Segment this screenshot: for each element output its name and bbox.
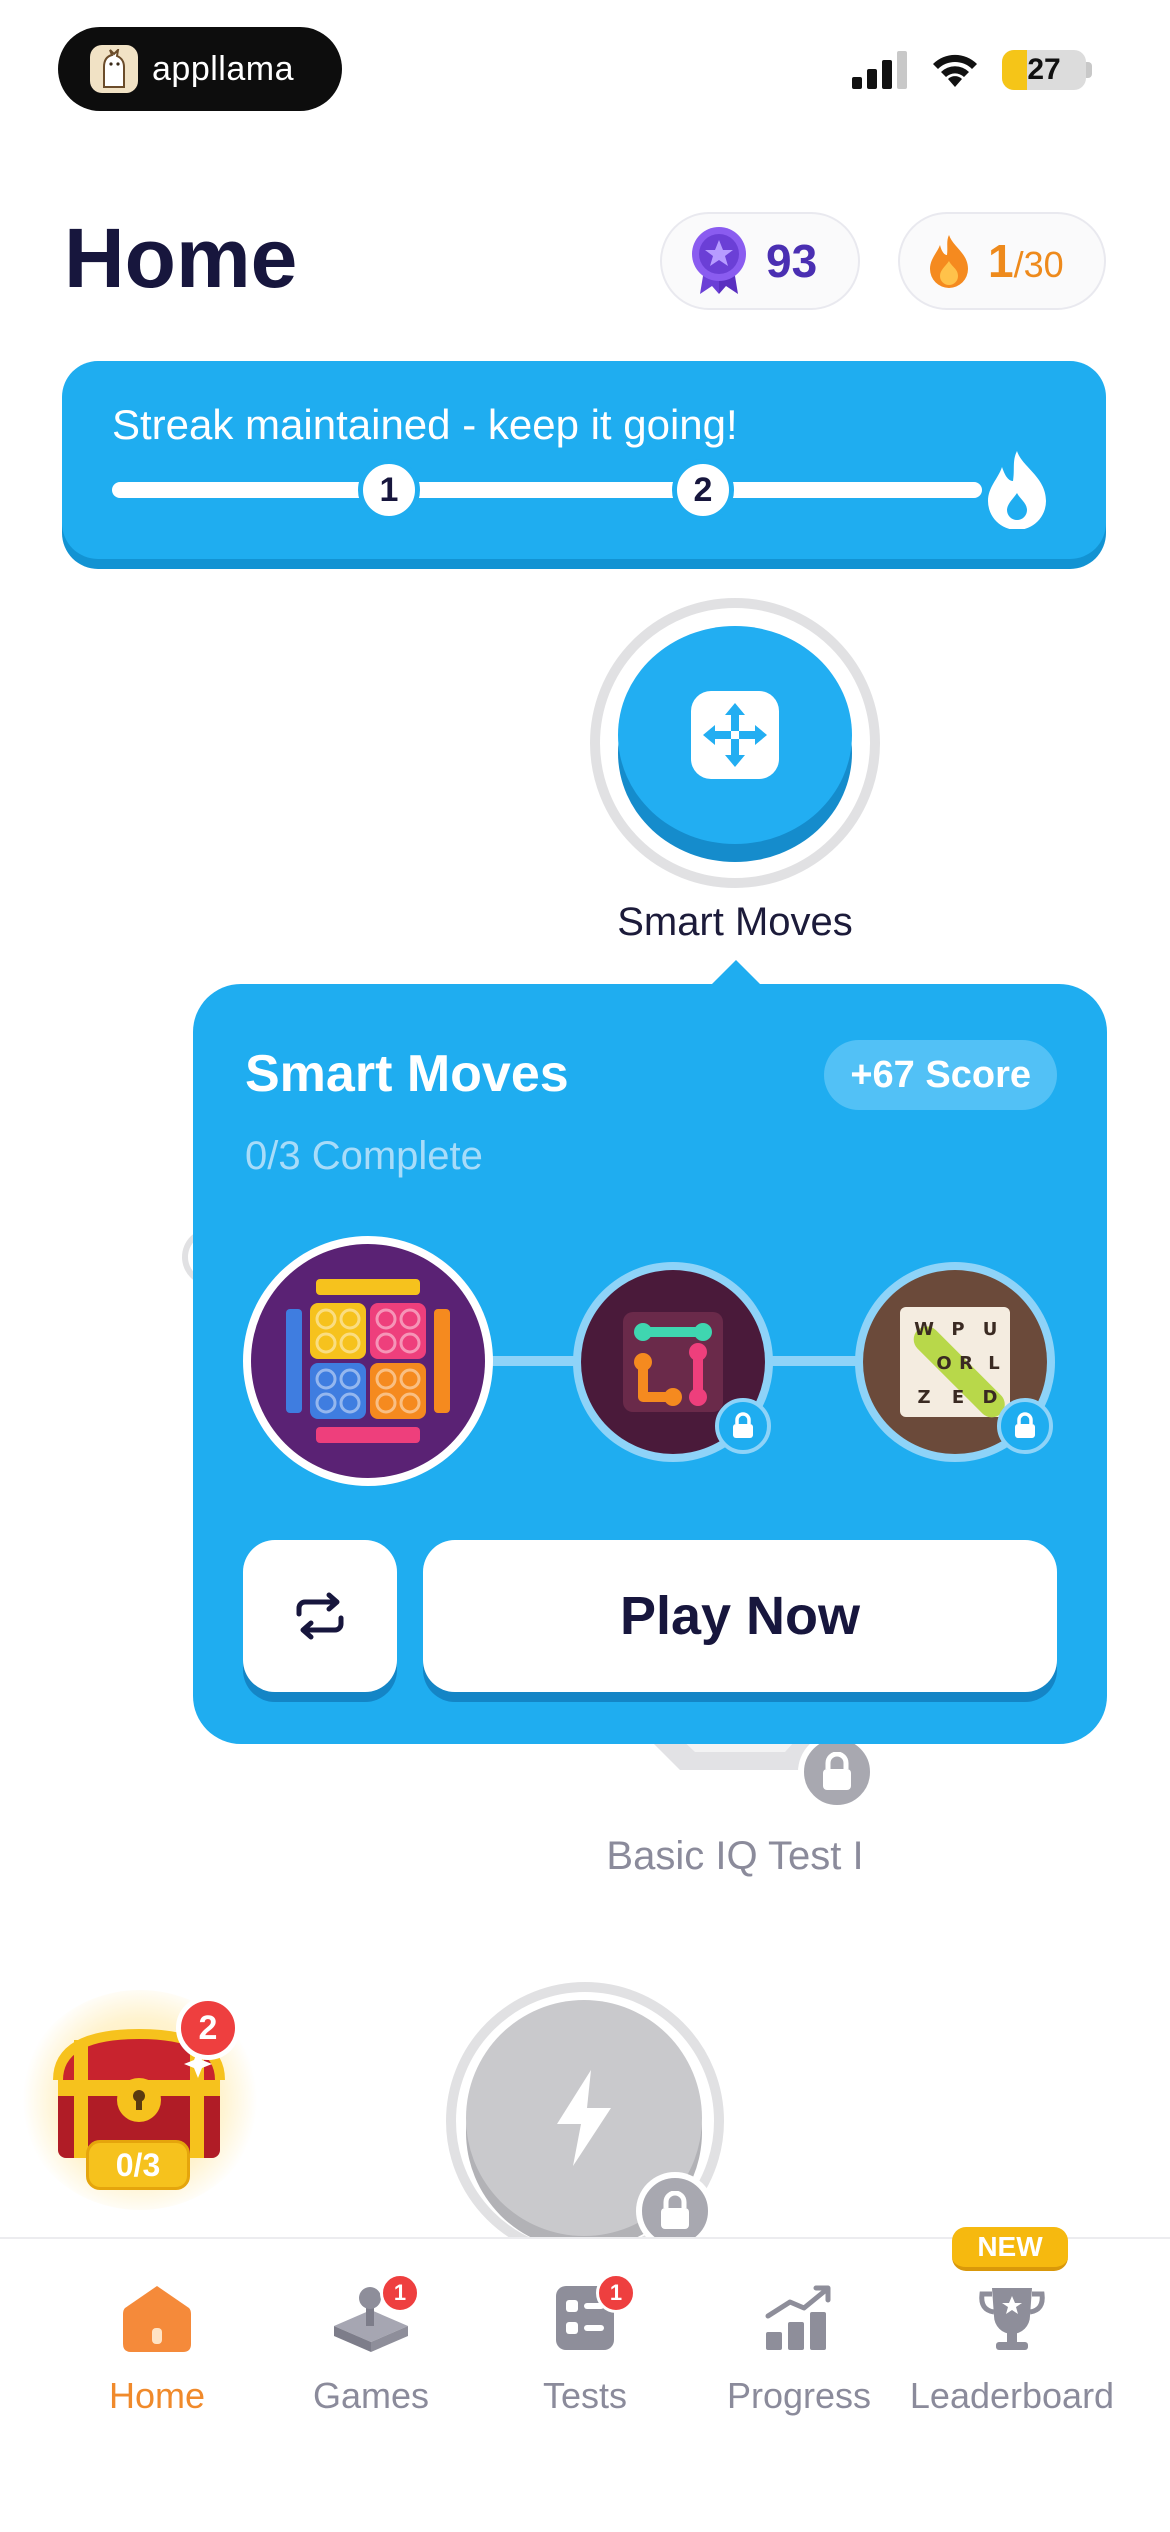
nav-leaderboard[interactable]: Leaderboard	[896, 2273, 1128, 2417]
block-puzzle-game-icon	[251, 1244, 485, 1478]
level-popup-card: Smart Moves 0/3 Complete +67 Score W P U…	[193, 984, 1107, 1744]
nav-home[interactable]: Home	[42, 2273, 272, 2417]
basic-iq-test-lock-icon	[798, 1733, 876, 1811]
wifi-icon	[933, 54, 977, 87]
svg-text:L: L	[988, 1353, 999, 1374]
smart-moves-node-label: Smart Moves	[617, 900, 853, 944]
popup-progress: 0/3 Complete	[245, 1134, 483, 1178]
leaderboard-new-badge: NEW	[952, 2227, 1068, 2271]
move-arrows-icon	[691, 691, 779, 779]
svg-text:R: R	[959, 1353, 973, 1374]
svg-text:D: D	[983, 1387, 998, 1408]
joystick-icon: 1	[326, 2273, 420, 2363]
chest-badge: 2	[176, 1996, 240, 2060]
smart-moves-node[interactable]	[618, 626, 852, 844]
popup-pointer	[710, 960, 762, 986]
streak-goal-flame-icon	[988, 451, 1046, 529]
svg-text:W: W	[914, 1319, 934, 1340]
game-3-lock-icon	[997, 1398, 1053, 1454]
app-name: appllama	[152, 49, 294, 88]
bottom-nav: Home 1 Games 1 Tests Progress NEW Leader…	[0, 2227, 1170, 2532]
games-badge: 1	[380, 2273, 420, 2313]
trophy-icon	[967, 2273, 1057, 2363]
game-2-lock-icon	[715, 1398, 771, 1454]
streak-progress-track	[112, 482, 982, 498]
streak-current: 1	[988, 235, 1014, 287]
streak-step-2: 2	[672, 459, 734, 521]
score-reward-badge: +67 Score	[824, 1040, 1057, 1110]
nav-tests[interactable]: 1 Tests	[470, 2273, 700, 2417]
flame-icon	[930, 235, 968, 288]
home-icon	[112, 2273, 202, 2363]
chest-progress: 0/3	[86, 2140, 190, 2190]
svg-text:E: E	[952, 1387, 964, 1408]
status-icons: 27	[852, 50, 1092, 90]
streak-banner: Streak maintained - keep it going! 1 2	[62, 361, 1106, 559]
signal-icon	[852, 51, 907, 89]
nav-games[interactable]: 1 Games	[256, 2273, 486, 2417]
game-1-thumb[interactable]	[243, 1236, 493, 1486]
svg-text:P: P	[951, 1319, 964, 1340]
streak-step-1: 1	[358, 459, 420, 521]
shuffle-icon	[296, 1592, 344, 1640]
popup-title: Smart Moves	[245, 1045, 569, 1103]
streak-total: /30	[1013, 244, 1064, 285]
lightning-icon	[557, 2070, 611, 2166]
shuffle-button[interactable]	[243, 1540, 397, 1692]
nav-progress[interactable]: Progress	[684, 2273, 914, 2417]
svg-text:U: U	[983, 1319, 998, 1340]
svg-text:O: O	[936, 1353, 951, 1374]
llama-logo-icon	[90, 45, 138, 93]
play-now-button[interactable]: Play Now	[423, 1540, 1057, 1692]
streak-banner-text: Streak maintained - keep it going!	[112, 401, 738, 448]
streak-pill[interactable]: 1/30	[898, 212, 1106, 310]
score-pill[interactable]: 93	[660, 212, 860, 310]
star-medal-icon	[692, 227, 746, 294]
svg-text:Z: Z	[917, 1387, 930, 1408]
basic-iq-test-label: Basic IQ Test I	[606, 1834, 864, 1878]
page-title: Home	[64, 211, 298, 305]
battery-indicator: 27	[1002, 50, 1086, 90]
score-value: 93	[766, 235, 818, 287]
app-switcher-pill[interactable]: appllama	[58, 27, 342, 111]
progress-chart-icon	[754, 2273, 844, 2363]
tests-badge: 1	[596, 2273, 636, 2313]
test-sheet-icon: 1	[540, 2273, 636, 2363]
